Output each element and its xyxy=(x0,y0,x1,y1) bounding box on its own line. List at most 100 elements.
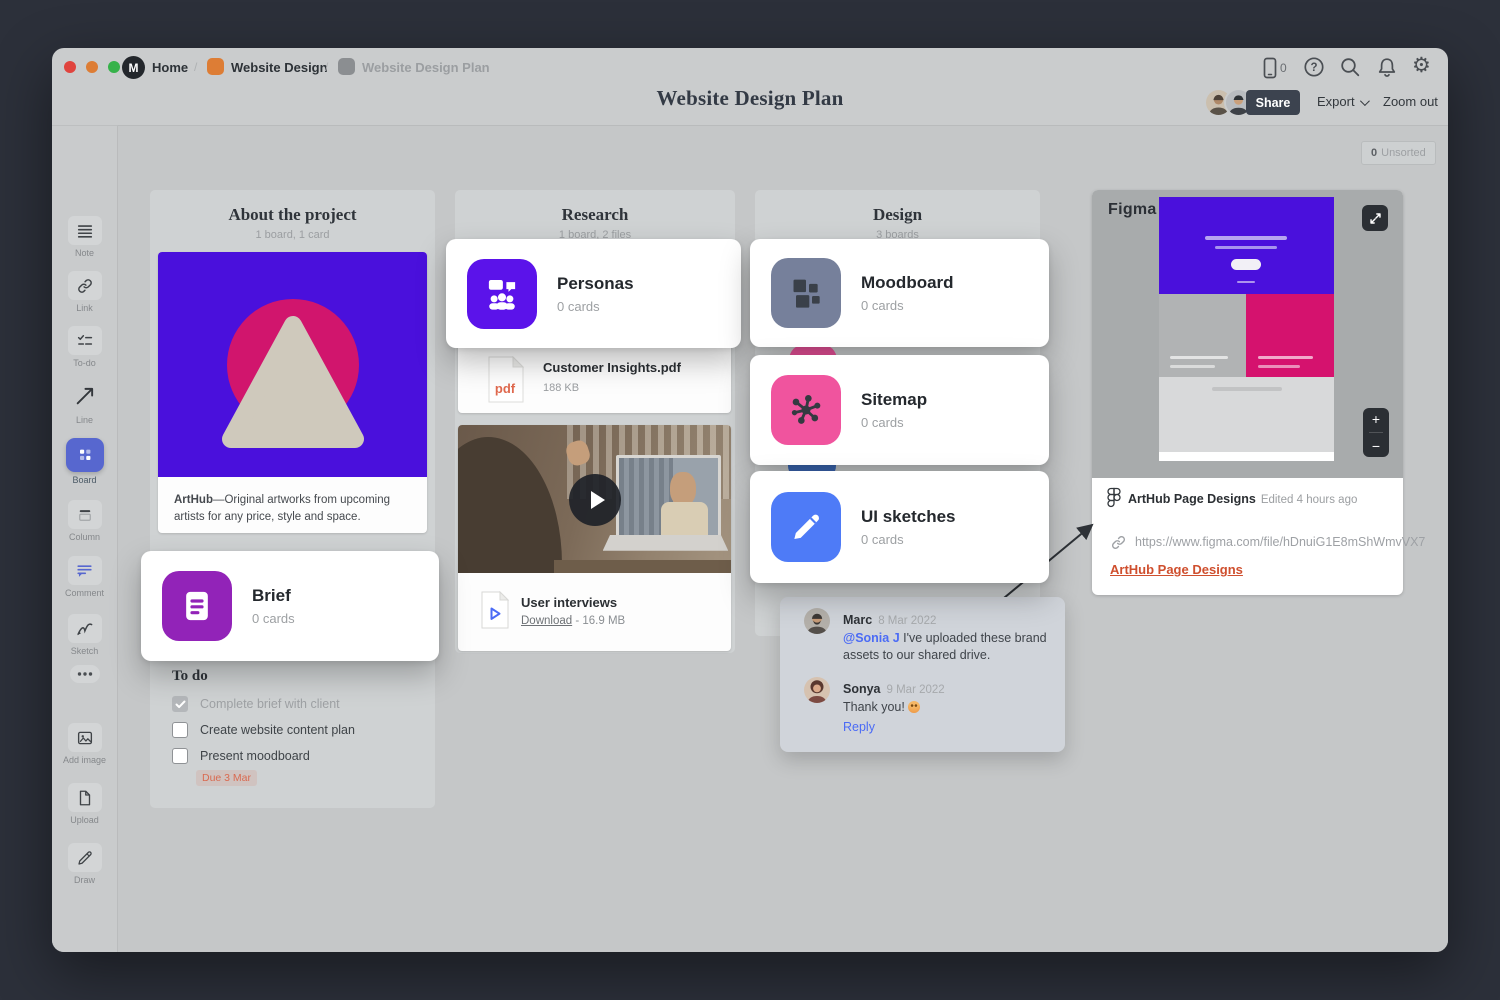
figma-mockup-page xyxy=(1159,197,1334,461)
svg-text:pdf: pdf xyxy=(495,381,516,396)
artwork-card[interactable]: ArtHub—Original artworks from upcoming a… xyxy=(158,252,427,533)
checkbox-unchecked[interactable] xyxy=(172,722,188,738)
play-button[interactable] xyxy=(569,474,621,526)
sidebar-item-todo[interactable]: To-do xyxy=(52,326,117,368)
card-count: 0 cards xyxy=(252,611,295,626)
sidebar-item-comment[interactable]: Comment xyxy=(52,556,117,598)
sidebar-item-board[interactable]: Board xyxy=(52,438,117,485)
board-card-sitemap[interactable]: Sitemap0 cards xyxy=(750,355,1049,465)
sitemap-board-icon xyxy=(771,375,841,445)
comment-icon xyxy=(75,561,94,580)
sketch-pen-icon xyxy=(75,619,94,638)
unsorted-badge[interactable]: 0Unsorted xyxy=(1361,141,1436,165)
search-icon[interactable] xyxy=(1339,56,1361,78)
card-title: Moodboard xyxy=(861,273,954,293)
export-button[interactable]: Export xyxy=(1317,94,1367,109)
pdf-file-name: Customer Insights.pdf xyxy=(543,360,681,375)
board-title: Design xyxy=(755,190,1040,225)
column-icon xyxy=(76,506,94,524)
sidebar-item-draw[interactable]: Draw xyxy=(52,843,117,885)
figma-logo-icon xyxy=(1106,487,1122,509)
figma-card-footer: ArtHub Page DesignsEdited 4 hours ago ht… xyxy=(1092,478,1403,595)
mobile-device-icon[interactable] xyxy=(1258,56,1280,80)
tool-sidebar: Note Link To-do Line Board Column Commen… xyxy=(52,125,118,952)
figma-embed-viewport[interactable]: Figma xyxy=(1092,190,1403,478)
app-logo-letter: M xyxy=(129,61,139,75)
breadcrumb-project[interactable]: Website Design xyxy=(231,60,328,75)
breadcrumb-separator: / xyxy=(325,60,328,74)
comment-text: @Sonia J I've uploaded these brand asset… xyxy=(843,630,1048,664)
board-card-personas[interactable]: Personas 0 cards xyxy=(446,239,741,348)
sidebar-item-link[interactable]: Link xyxy=(52,271,117,313)
share-button[interactable]: Share xyxy=(1246,90,1300,115)
todo-item[interactable]: Present moodboard xyxy=(172,748,310,764)
help-icon[interactable]: ? xyxy=(1303,56,1325,78)
video-file-size: - 16.9 MB xyxy=(575,615,625,627)
sidebar-item-sketch[interactable]: Sketch xyxy=(52,614,117,656)
video-file-icon xyxy=(481,591,509,629)
notifications-bell-icon[interactable] xyxy=(1376,56,1398,79)
mention-link[interactable]: @Sonia J xyxy=(843,631,900,645)
board-icon xyxy=(75,445,95,465)
sidebar-item-add-image[interactable]: Add image xyxy=(52,723,117,765)
card-title: UI sketches xyxy=(861,507,956,527)
board-panel-about[interactable]: About the project 1 board, 1 card ArtHub… xyxy=(150,190,435,808)
board-subtitle: 1 board, 1 card xyxy=(150,229,435,241)
reply-link[interactable]: Reply xyxy=(843,720,875,734)
download-link[interactable]: Download xyxy=(521,615,572,627)
board-card-brief[interactable]: Brief 0 cards xyxy=(141,551,439,661)
sidebar-item-upload[interactable]: Upload xyxy=(52,783,117,825)
sidebar-item-note[interactable]: Note xyxy=(52,216,117,258)
todo-icon xyxy=(76,332,94,350)
settings-gear-icon[interactable]: ⚙ xyxy=(1412,53,1431,78)
zoom-out-button[interactable]: Zoom out xyxy=(1383,94,1438,109)
add-image-icon xyxy=(76,729,94,747)
artwork-image xyxy=(158,252,427,477)
card-title: Brief xyxy=(252,586,295,606)
breadcrumb-page: Website Design Plan xyxy=(362,60,490,75)
breadcrumb-home[interactable]: Home xyxy=(152,60,188,75)
more-dots-icon xyxy=(77,671,93,677)
board-card-ui-sketches[interactable]: UI sketches0 cards xyxy=(750,471,1049,583)
card-count: 0 cards xyxy=(557,299,634,314)
note-icon xyxy=(76,222,94,240)
personas-board-icon xyxy=(467,259,537,329)
pdf-file-icon: pdf xyxy=(488,356,524,403)
pdf-file-size: 188 KB xyxy=(543,382,579,394)
zoom-in-button[interactable]: + xyxy=(1372,411,1380,427)
project-board-icon[interactable] xyxy=(207,58,224,75)
app-window: M Home / Website Design / Website Design… xyxy=(52,48,1448,952)
comment-thread-card[interactable]: Marc8 Mar 2022 @Sonia J I've uploaded th… xyxy=(780,597,1065,752)
comment-text: Thank you! xyxy=(843,699,1048,716)
todo-item[interactable]: Create website content plan xyxy=(172,722,355,738)
embed-zoom-controls[interactable]: +− xyxy=(1363,408,1389,457)
maximize-traffic-light[interactable] xyxy=(108,61,120,73)
card-title: Personas xyxy=(557,274,634,294)
board-card-moodboard[interactable]: Moodboard0 cards xyxy=(750,239,1049,347)
mobile-count: 0 xyxy=(1280,61,1287,75)
minimize-traffic-light[interactable] xyxy=(86,61,98,73)
figma-embed-card[interactable]: Figma xyxy=(1092,190,1403,595)
video-download-row: Download - 16.9 MB xyxy=(521,615,625,627)
link-icon xyxy=(76,277,94,295)
figma-file-link[interactable]: ArtHub Page Designs xyxy=(1110,562,1243,577)
board-title: Research xyxy=(455,190,735,225)
sidebar-item-more[interactable] xyxy=(52,664,117,686)
sidebar-item-column[interactable]: Column xyxy=(52,500,117,542)
video-card[interactable]: User interviews Download - 16.9 MB xyxy=(458,425,731,651)
laptop-screen xyxy=(616,455,720,541)
url-link-icon xyxy=(1110,534,1127,551)
expand-button[interactable] xyxy=(1362,205,1388,231)
close-traffic-light[interactable] xyxy=(64,61,76,73)
line-arrow-icon xyxy=(74,385,96,407)
zoom-out-button[interactable]: − xyxy=(1372,438,1380,454)
smile-emoji xyxy=(908,701,920,713)
checkbox-unchecked[interactable] xyxy=(172,748,188,764)
milanote-logo[interactable]: M xyxy=(122,56,145,79)
todo-item[interactable]: Complete brief with client xyxy=(172,696,340,712)
sidebar-item-line[interactable]: Line xyxy=(52,381,117,425)
video-thumbnail xyxy=(458,425,731,573)
figma-url[interactable]: https://www.figma.com/file/hDnuiG1E8mShW… xyxy=(1135,535,1425,549)
checkbox-checked[interactable] xyxy=(172,696,188,712)
artwork-caption: ArtHub—Original artworks from upcoming a… xyxy=(158,482,427,533)
